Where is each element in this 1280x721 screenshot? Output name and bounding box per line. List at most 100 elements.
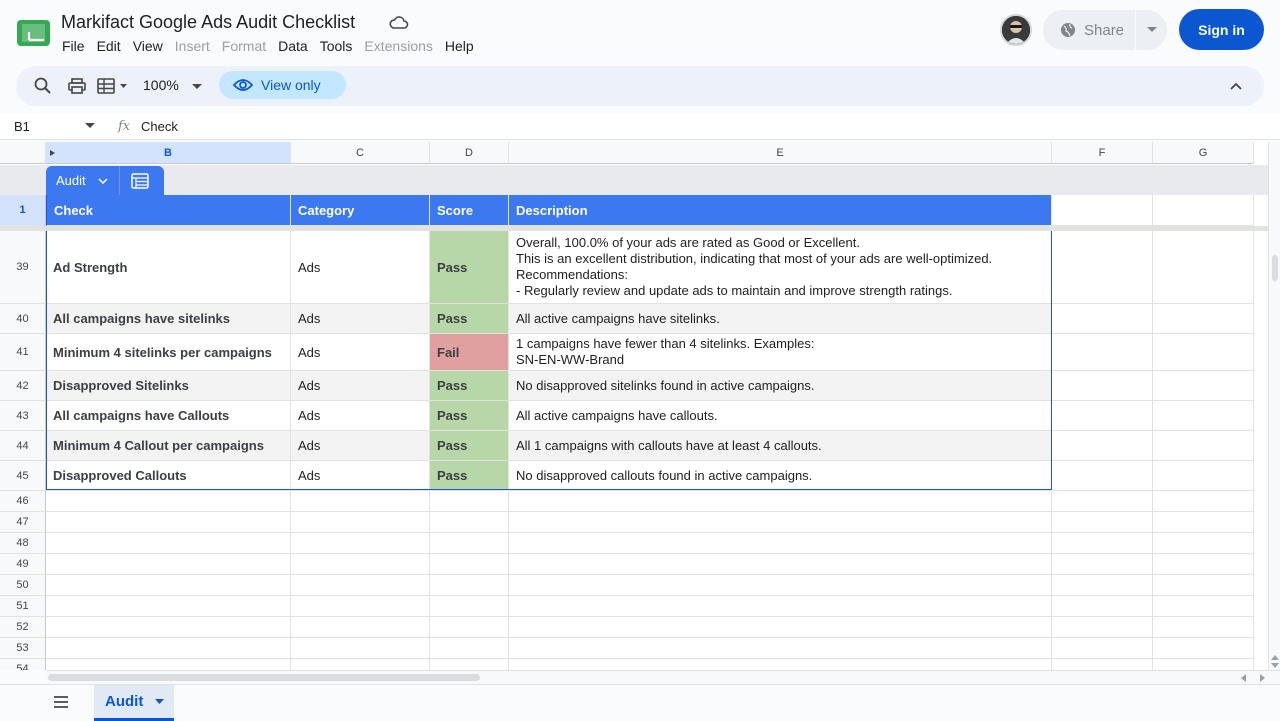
row-header[interactable]: 49	[0, 554, 46, 575]
cell-category[interactable]: Ads	[291, 231, 430, 304]
cell[interactable]	[1153, 638, 1254, 659]
cell-check[interactable]: Minimum 4 sitelinks per campaigns	[46, 334, 291, 371]
cell[interactable]	[291, 596, 430, 617]
column-header-g[interactable]: G	[1153, 142, 1254, 164]
name-box[interactable]: B1	[14, 119, 30, 134]
cell-category[interactable]: Ads	[291, 461, 430, 491]
cell-check[interactable]: Disapproved Sitelinks	[46, 371, 291, 401]
cell[interactable]	[1153, 617, 1254, 638]
cell[interactable]	[1052, 617, 1153, 638]
menu-tools[interactable]: Tools	[314, 36, 359, 56]
print-icon[interactable]	[67, 76, 87, 96]
cell-description[interactable]: All 1 campaigns with callouts have at le…	[509, 431, 1052, 461]
row-header[interactable]: 39	[0, 231, 46, 304]
cell[interactable]	[430, 617, 509, 638]
menu-view[interactable]: View	[127, 36, 169, 56]
column-header-f[interactable]: F	[1052, 142, 1153, 164]
cell[interactable]	[430, 533, 509, 554]
view-only-button[interactable]: View only	[219, 71, 346, 99]
scroll-right-arrow-icon[interactable]	[1260, 674, 1265, 682]
cell[interactable]	[430, 512, 509, 533]
menu-file[interactable]: File	[56, 36, 91, 56]
row-header[interactable]: 41	[0, 334, 46, 371]
cell[interactable]	[1052, 461, 1153, 491]
row-header[interactable]: 53	[0, 638, 46, 659]
cell-description[interactable]: Overall, 100.0% of your ads are rated as…	[509, 231, 1052, 304]
sheet-tab-caret-icon[interactable]	[155, 699, 165, 704]
scroll-up-arrow-icon[interactable]	[1271, 655, 1279, 660]
row-header[interactable]: 50	[0, 575, 46, 596]
cell[interactable]	[1052, 575, 1153, 596]
table-chip[interactable]: Audit	[46, 166, 164, 195]
header-cell-check[interactable]: Check	[46, 195, 291, 226]
cell[interactable]	[1052, 512, 1153, 533]
row-header[interactable]: 44	[0, 431, 46, 461]
cell[interactable]	[1153, 195, 1254, 226]
cell-check[interactable]: Disapproved Callouts	[46, 461, 291, 491]
cell-category[interactable]: Ads	[291, 334, 430, 371]
table-view-dropdown-icon[interactable]	[96, 76, 130, 96]
share-button[interactable]: Share	[1043, 10, 1135, 50]
cell[interactable]	[1153, 533, 1254, 554]
cell[interactable]	[430, 659, 509, 670]
cell[interactable]	[1153, 461, 1254, 491]
chevron-down-icon[interactable]	[98, 177, 108, 184]
cell[interactable]	[1052, 401, 1153, 431]
formula-input[interactable]: Check	[141, 119, 178, 134]
cell-check[interactable]: All campaigns have Callouts	[46, 401, 291, 431]
cell[interactable]	[46, 575, 291, 596]
cell-score[interactable]: Pass	[430, 461, 509, 491]
cell[interactable]	[430, 554, 509, 575]
cell-description[interactable]: No disapproved sitelinks found in active…	[509, 371, 1052, 401]
cell[interactable]	[1153, 231, 1254, 304]
cell-category[interactable]: Ads	[291, 371, 430, 401]
cell[interactable]	[509, 533, 1052, 554]
cell[interactable]	[1052, 533, 1153, 554]
scroll-down-arrow-icon[interactable]	[1271, 663, 1279, 668]
cell[interactable]	[46, 659, 291, 670]
cell[interactable]	[1153, 431, 1254, 461]
all-sheets-menu-icon[interactable]	[53, 695, 69, 709]
cell-description[interactable]: 1 campaigns have fewer than 4 sitelinks.…	[509, 334, 1052, 371]
cell[interactable]	[1153, 491, 1254, 512]
cell[interactable]	[509, 617, 1052, 638]
horizontal-scroll-thumb[interactable]	[48, 674, 480, 681]
cell[interactable]	[46, 554, 291, 575]
cell[interactable]	[1153, 401, 1254, 431]
cell-category[interactable]: Ads	[291, 401, 430, 431]
cell-score[interactable]: Pass	[430, 431, 509, 461]
cell[interactable]	[430, 491, 509, 512]
cell-check[interactable]: Ad Strength	[46, 231, 291, 304]
table-settings-icon[interactable]	[130, 172, 149, 189]
column-header-d[interactable]: D	[430, 142, 509, 164]
row-header[interactable]: 43	[0, 401, 46, 431]
cell[interactable]	[1052, 231, 1153, 304]
row-header[interactable]: 46	[0, 491, 46, 512]
cell[interactable]	[1052, 638, 1153, 659]
cell[interactable]	[291, 617, 430, 638]
header-cell-description[interactable]: Description	[509, 195, 1052, 226]
cell-description[interactable]: All active campaigns have sitelinks.	[509, 304, 1052, 334]
user-avatar[interactable]	[1000, 14, 1032, 46]
cell[interactable]	[46, 596, 291, 617]
cell[interactable]	[291, 638, 430, 659]
cell[interactable]	[1052, 195, 1153, 226]
row-header[interactable]: 47	[0, 512, 46, 533]
sign-in-button[interactable]: Sign in	[1179, 9, 1264, 50]
cell-score[interactable]: Pass	[430, 304, 509, 334]
row-header[interactable]: 52	[0, 617, 46, 638]
cell-description[interactable]: No disapproved callouts found in active …	[509, 461, 1052, 491]
cell[interactable]	[1153, 334, 1254, 371]
zoom-caret-down-icon[interactable]	[191, 76, 203, 96]
column-header-e[interactable]: E	[509, 142, 1052, 164]
search-icon[interactable]	[33, 76, 53, 96]
cell[interactable]	[509, 512, 1052, 533]
cell[interactable]	[509, 659, 1052, 670]
cell-score[interactable]: Pass	[430, 231, 509, 304]
cell[interactable]	[1153, 554, 1254, 575]
cell[interactable]	[430, 638, 509, 659]
cell[interactable]	[291, 554, 430, 575]
cell[interactable]	[291, 575, 430, 596]
zoom-select[interactable]: 100%	[143, 77, 179, 93]
cell[interactable]	[46, 512, 291, 533]
